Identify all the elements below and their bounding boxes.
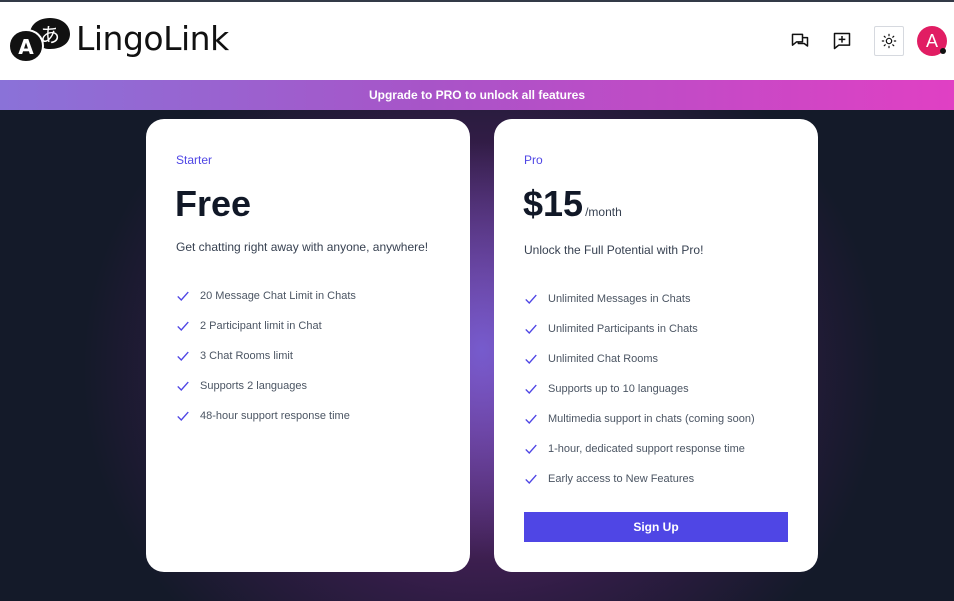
feature-text: Multimedia support in chats (coming soon… xyxy=(548,413,755,425)
feature-item: 2 Participant limit in Chat xyxy=(176,311,356,341)
pricing-card-starter: Starter Free Get chatting right away wit… xyxy=(146,119,470,572)
plan-price-period: /month xyxy=(585,205,622,219)
feature-item: 48-hour support response time xyxy=(176,401,356,431)
feature-item: 20 Message Chat Limit in Chats xyxy=(176,281,356,311)
chats-icon xyxy=(791,33,809,47)
feature-text: 3 Chat Rooms limit xyxy=(200,350,293,362)
svg-text:A: A xyxy=(18,35,34,59)
feature-item: Unlimited Messages in Chats xyxy=(524,284,755,314)
check-icon xyxy=(525,354,537,364)
upgrade-banner-text: Upgrade to PRO to unlock all features xyxy=(368,88,586,102)
theme-toggle-button[interactable] xyxy=(874,26,904,56)
sun-icon xyxy=(881,33,897,49)
feature-item: Supports up to 10 languages xyxy=(524,374,755,404)
plan-description: Get chatting right away with anyone, any… xyxy=(176,240,429,254)
feature-text: 1-hour, dedicated support response time xyxy=(548,443,745,455)
feature-text: Unlimited Chat Rooms xyxy=(548,353,659,365)
feature-item: Supports 2 languages xyxy=(176,371,356,401)
check-icon xyxy=(525,384,537,394)
plan-price: $15/month xyxy=(523,183,622,225)
logo-icon[interactable]: あ A xyxy=(8,16,72,64)
upgrade-banner[interactable]: Upgrade to PRO to unlock all features xyxy=(0,80,954,110)
app-header: あ A LingoLink A xyxy=(0,2,954,80)
feature-text: 48-hour support response time xyxy=(200,410,350,422)
plan-tier-label: Starter xyxy=(176,153,213,167)
sign-up-button[interactable]: Sign Up xyxy=(524,512,788,542)
check-icon xyxy=(525,444,537,454)
feature-text: Early access to New Features xyxy=(548,473,695,485)
brand-name[interactable]: LingoLink xyxy=(76,19,229,59)
feature-text: Supports up to 10 languages xyxy=(548,383,689,395)
feature-list: Unlimited Messages in Chats Unlimited Pa… xyxy=(524,284,755,494)
check-icon xyxy=(177,321,189,331)
plan-price: Free xyxy=(175,183,252,224)
check-icon xyxy=(177,351,189,361)
pricing-card-pro: Pro $15/month Unlock the Full Potential … xyxy=(494,119,818,572)
check-icon xyxy=(525,294,537,304)
feature-item: Early access to New Features xyxy=(524,464,755,494)
new-chat-button[interactable] xyxy=(827,26,857,56)
feature-text: Supports 2 languages xyxy=(200,380,308,392)
feature-text: 20 Message Chat Limit in Chats xyxy=(200,290,356,302)
check-icon xyxy=(177,291,189,301)
check-icon xyxy=(177,411,189,421)
check-icon xyxy=(525,474,537,484)
feature-list: 20 Message Chat Limit in Chats 2 Partici… xyxy=(176,281,356,431)
check-icon xyxy=(177,381,189,391)
feature-item: Unlimited Participants in Chats xyxy=(524,314,755,344)
feature-item: 1-hour, dedicated support response time xyxy=(524,434,755,464)
avatar-status-dot xyxy=(940,48,946,54)
plan-description: Unlock the Full Potential with Pro! xyxy=(524,243,704,257)
chats-button[interactable] xyxy=(785,26,815,56)
feature-text: Unlimited Participants in Chats xyxy=(548,323,698,335)
feature-item: Unlimited Chat Rooms xyxy=(524,344,755,374)
new-chat-icon xyxy=(833,32,851,50)
check-icon xyxy=(525,324,537,334)
feature-item: 3 Chat Rooms limit xyxy=(176,341,356,371)
plan-tier-label: Pro xyxy=(524,153,543,167)
feature-text: Unlimited Messages in Chats xyxy=(548,293,691,305)
plan-price-amount: $15 xyxy=(523,183,584,224)
check-icon xyxy=(525,414,537,424)
feature-text: 2 Participant limit in Chat xyxy=(200,320,322,332)
feature-item: Multimedia support in chats (coming soon… xyxy=(524,404,755,434)
